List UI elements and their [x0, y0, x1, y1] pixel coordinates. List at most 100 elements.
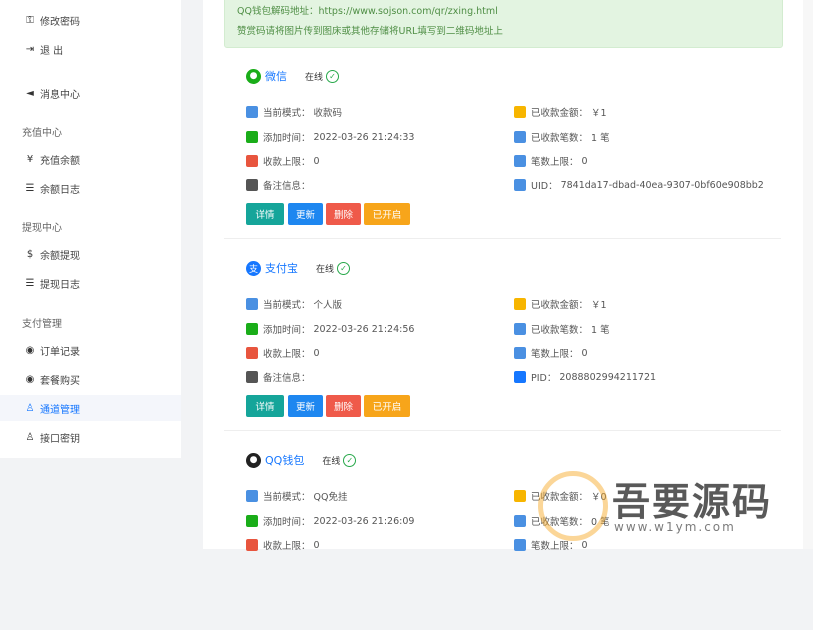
sidebar-item[interactable]: ☰ 提现日志	[0, 270, 181, 296]
sidebar-item[interactable]: ⚿ 修改密码	[0, 7, 181, 33]
sidebar-item-label: 余额日志	[40, 184, 80, 196]
channel-header: 支支付宝 在线 ✓	[224, 258, 351, 278]
info-label: 备注信息：	[263, 181, 311, 192]
enabled-toggle-button[interactable]: 已开启	[364, 395, 410, 417]
user-icon: ♙	[25, 431, 35, 443]
info-label: 笔数上限：	[531, 349, 579, 360]
count-icon	[514, 515, 526, 527]
info-row: 添加时间： 2022-03-26 21:24:33	[246, 130, 414, 144]
user-circle-icon: ◉	[25, 373, 35, 385]
info-label: 已收款笔数：	[531, 325, 589, 336]
status-badge: 在线 ✓	[305, 69, 340, 83]
info-value: ￥1	[591, 300, 607, 311]
status-text: 在线	[316, 264, 335, 275]
mode-icon	[246, 298, 258, 310]
update-button[interactable]: 更新	[288, 395, 323, 417]
layout-gutter	[181, 0, 203, 549]
check-circle-icon: ✓	[326, 69, 340, 83]
info-value: 1 笔	[591, 133, 610, 144]
channel-name: 支付宝	[265, 262, 298, 275]
sidebar-section-title: 充值中心	[22, 128, 62, 139]
sidebar-item[interactable]: ⇥ 退 出	[0, 36, 181, 62]
info-label: 添加时间：	[263, 133, 311, 144]
dollar-icon: $	[26, 248, 34, 260]
channel-card: 支支付宝 在线 ✓ 当前模式： 个人版 添加时间： 2022-03-26 21:24:56 收…	[224, 258, 781, 438]
cap-icon	[514, 347, 526, 359]
logout-icon: ⇥	[25, 43, 35, 55]
info-value: 7841da17-dbad-40ea-9307-0bf60e908bb2	[560, 179, 764, 191]
sidebar-item-label: 充值余额	[40, 155, 80, 167]
channel-header: ● 微信 在线 ✓	[224, 66, 340, 86]
sidebar-item[interactable]: ♙ 通道管理	[0, 395, 181, 421]
status-badge: 在线 ✓	[322, 453, 357, 467]
sidebar-item[interactable]: ◄ 消息中心	[0, 80, 181, 106]
list-icon: ☰	[25, 277, 35, 289]
sidebar-item-label: 套餐购买	[40, 375, 80, 387]
sidebar-item[interactable]: ◉ 套餐购买	[0, 366, 181, 392]
info-value: 2022-03-26 21:24:56	[313, 323, 415, 335]
alipay-icon: 支	[246, 260, 261, 276]
info-label: 备注信息：	[263, 373, 311, 384]
info-label: 已收款金额：	[531, 300, 589, 311]
info-label: 当前模式：	[263, 108, 311, 119]
megaphone-icon: ◄	[26, 87, 34, 99]
info-label: UID：	[531, 181, 558, 192]
info-value: 个人版	[313, 300, 343, 311]
info-value: 2022-03-26 21:26:09	[313, 515, 415, 527]
info-value: 0	[313, 347, 320, 359]
cap-icon	[514, 155, 526, 167]
watermark-logo-icon	[538, 471, 608, 541]
sidebar-item[interactable]: ☰ 余额日志	[0, 175, 181, 201]
info-value: 0	[581, 155, 588, 167]
info-row: UID： 7841da17-dbad-40ea-9307-0bf60e908bb2	[514, 178, 764, 192]
info-row: 收款上限： 0	[246, 154, 320, 168]
sidebar-item[interactable]: ¥ 充值余额	[0, 146, 181, 172]
sidebar-item-label: 退 出	[40, 45, 64, 57]
sidebar-item-label: 提现日志	[40, 279, 80, 291]
channel-header: ● QQ钱包 在线 ✓	[224, 450, 357, 470]
info-label: 当前模式：	[263, 492, 311, 503]
info-row: 笔数上限： 0	[514, 346, 588, 360]
info-row: 备注信息：	[246, 370, 314, 384]
check-circle-icon: ✓	[343, 453, 357, 467]
info-value: 收款码	[313, 108, 343, 119]
sidebar-item[interactable]: $ 余额提现	[0, 241, 181, 267]
delete-button[interactable]: 删除	[326, 203, 361, 225]
info-row: 已收款金额： ￥1	[514, 105, 607, 119]
info-row: 已收款笔数： 1 笔	[514, 322, 610, 336]
update-button[interactable]: 更新	[288, 203, 323, 225]
sidebar-item-label: 消息中心	[40, 89, 80, 101]
info-value: 0	[581, 347, 588, 359]
watermark-url: www.w1ym.com	[614, 520, 736, 534]
info-row: 收款上限： 0	[246, 346, 320, 360]
yen-icon: ¥	[26, 153, 34, 165]
sidebar-item[interactable]: ◉ 订单记录	[0, 337, 181, 363]
sidebar-item-label: 余额提现	[40, 250, 80, 262]
info-row: 笔数上限： 0	[514, 154, 588, 168]
user-circle-icon: ◉	[25, 344, 35, 356]
key-icon: ⚿	[26, 14, 34, 26]
pid-icon	[514, 371, 526, 383]
info-label: 添加时间：	[263, 517, 311, 528]
detail-button[interactable]: 详情	[246, 395, 284, 417]
info-label: 收款上限：	[263, 157, 311, 168]
sidebar-item-label: 接口密钥	[40, 433, 80, 445]
sidebar-item-label: 订单记录	[40, 346, 80, 358]
notice-line-1: QQ钱包解码地址：https://www.sojson.com/qr/zxing…	[237, 6, 498, 17]
clock-icon	[246, 131, 258, 143]
channel-name: QQ钱包	[265, 454, 305, 467]
enabled-toggle-button[interactable]: 已开启	[364, 203, 410, 225]
info-label: 收款上限：	[263, 349, 311, 360]
uid-icon	[514, 179, 526, 191]
edit-icon	[246, 371, 258, 383]
detail-button[interactable]: 详情	[246, 203, 284, 225]
delete-button[interactable]: 删除	[326, 395, 361, 417]
info-row: 收款上限： 0	[246, 538, 320, 552]
mode-icon	[246, 490, 258, 502]
sidebar-item-label: 通道管理	[40, 404, 80, 416]
sidebar-item[interactable]: ♙ 接口密钥	[0, 424, 181, 450]
scrollbar-track[interactable]	[803, 0, 813, 549]
wechat-icon: ●	[246, 68, 261, 84]
count-icon	[514, 131, 526, 143]
coin-icon	[514, 298, 526, 310]
